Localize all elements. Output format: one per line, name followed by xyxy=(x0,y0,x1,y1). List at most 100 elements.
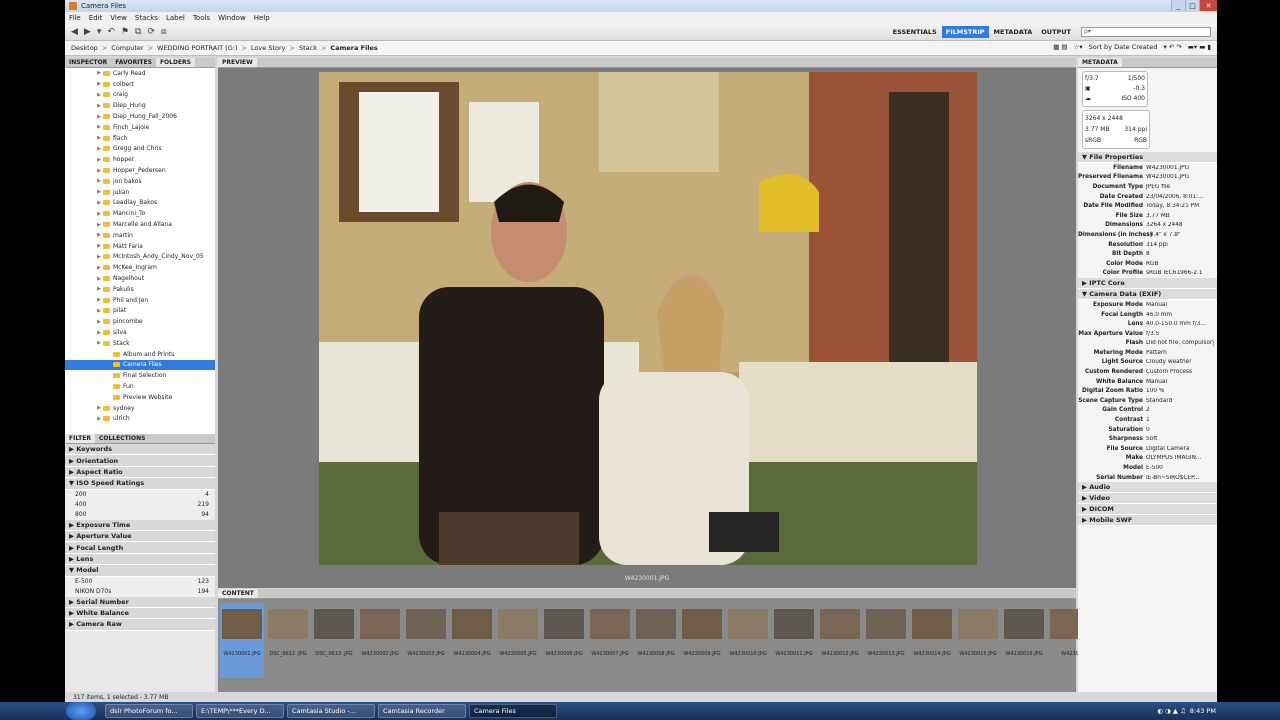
expand-arrow-icon[interactable]: ▶ xyxy=(95,243,103,249)
filter-section[interactable]: ▶ Keywords xyxy=(65,444,215,456)
metadata-section[interactable]: ▶ Audio xyxy=(1078,482,1217,494)
breadcrumb-item[interactable]: Computer xyxy=(111,44,143,52)
search-input[interactable]: ρ▾ xyxy=(1081,27,1211,37)
tab-inspector[interactable]: INSPECTOR xyxy=(65,58,111,67)
expand-arrow-icon[interactable]: ▶ xyxy=(95,81,103,87)
workspace-filmstrip[interactable]: FILMSTRIP xyxy=(941,26,989,38)
thumbnail[interactable]: W4230012.JPG xyxy=(818,603,862,678)
thumbnail[interactable]: W4230003.JPG xyxy=(404,603,448,678)
filter-section[interactable]: ▶ Orientation xyxy=(65,455,215,467)
filter-value[interactable]: 400 219 xyxy=(65,499,215,510)
copy-icon[interactable]: ⧉ xyxy=(135,27,141,37)
folder-item[interactable]: ▶ colbert xyxy=(65,79,215,90)
thumbnail[interactable]: DSC_0613 .JPG xyxy=(312,603,356,678)
workspace-metadata[interactable]: METADATA xyxy=(990,26,1037,38)
metadata-section[interactable]: ▶ IPTC Core xyxy=(1078,278,1217,290)
forward-icon[interactable]: ▶ xyxy=(84,27,91,37)
folder-item[interactable]: ▶ silva xyxy=(65,327,215,338)
filter-value[interactable]: 200 4 xyxy=(65,489,215,500)
expand-arrow-icon[interactable]: ▶ xyxy=(95,168,103,174)
folder-item[interactable]: ▶ Carly Read xyxy=(65,68,215,79)
thumbnail[interactable]: DSC_0612 .JPG xyxy=(266,603,310,678)
camera-icon[interactable]: ⚑ xyxy=(121,27,129,37)
expand-arrow-icon[interactable]: ▶ xyxy=(95,211,103,217)
folder-item[interactable]: Camera Files xyxy=(65,359,215,371)
taskbar-item[interactable]: Camtasia Studio -... xyxy=(287,704,375,718)
folder-item[interactable]: ▶ Pakulis xyxy=(65,284,215,295)
filter-section[interactable]: ▶ Focal Length xyxy=(65,542,215,554)
tab-content[interactable]: CONTENT xyxy=(218,589,258,598)
chevron-down-icon[interactable]: ▾ xyxy=(97,27,102,37)
folder-item[interactable]: ▶ Stack xyxy=(65,338,215,349)
thumbnail[interactable]: W4230016.JPG xyxy=(1002,603,1046,678)
tab-folders[interactable]: FOLDERS xyxy=(155,58,195,67)
metadata-section[interactable]: ▶ DICOM xyxy=(1078,504,1217,516)
expand-arrow-icon[interactable]: ▶ xyxy=(95,265,103,271)
metadata-section[interactable]: ▼ File Properties xyxy=(1078,152,1217,163)
metadata-section[interactable]: ▼ Camera Data (EXIF) xyxy=(1078,289,1217,301)
new-folder-icon[interactable]: ▬▾ ▬ ▮ xyxy=(1188,43,1211,51)
folder-item[interactable]: ▶ McKee_Ingram xyxy=(65,262,215,273)
folder-item[interactable]: ▶ jon bakos xyxy=(65,176,215,187)
expand-arrow-icon[interactable]: ▶ xyxy=(95,103,103,109)
expand-arrow-icon[interactable]: ▶ xyxy=(95,340,103,346)
folder-item[interactable]: ▶ Phil and Jen xyxy=(65,295,215,306)
folder-item[interactable]: ▶ martin xyxy=(65,230,215,241)
folder-item[interactable]: ▶ Mancini_To xyxy=(65,208,215,219)
expand-arrow-icon[interactable]: ▶ xyxy=(95,276,103,282)
menu-item-stacks[interactable]: Stacks xyxy=(135,14,158,22)
expand-arrow-icon[interactable]: ▶ xyxy=(95,297,103,303)
star-icon[interactable]: ☆▾ xyxy=(1074,43,1083,51)
filter-section[interactable]: ▶ Aspect Ratio xyxy=(65,466,215,479)
menu-item-edit[interactable]: Edit xyxy=(89,14,103,22)
filter-section[interactable]: ▶ White Balance xyxy=(65,607,215,620)
expand-arrow-icon[interactable]: ▶ xyxy=(95,330,103,336)
thumbnail[interactable]: W4230010.JPG xyxy=(726,603,770,678)
filter-section[interactable]: ▶ Camera Raw xyxy=(65,619,215,631)
folder-item[interactable]: ▶ pincombe xyxy=(65,316,215,327)
expand-arrow-icon[interactable]: ▶ xyxy=(95,405,103,411)
thumbnail[interactable]: W4230007.JPG xyxy=(588,603,632,678)
folder-item[interactable]: ▶ Nagelhout xyxy=(65,273,215,284)
expand-arrow-icon[interactable]: ▶ xyxy=(95,286,103,292)
thumbnail[interactable]: W4230002.JPG xyxy=(358,603,402,678)
expand-arrow-icon[interactable]: ▶ xyxy=(95,308,103,314)
tab-filter[interactable]: FILTER xyxy=(65,434,95,443)
folder-item[interactable]: ▶ sydney xyxy=(65,403,215,414)
minimize-button[interactable]: _ xyxy=(1171,0,1185,11)
metadata-section[interactable]: ▶ Mobile SWF xyxy=(1078,515,1217,527)
thumbnail[interactable]: W4230013.JPG xyxy=(864,603,908,678)
filter-section[interactable]: ▶ Lens xyxy=(65,553,215,566)
folder-item[interactable]: ▶ pilat xyxy=(65,306,215,317)
expand-arrow-icon[interactable]: ▶ xyxy=(95,135,103,141)
expand-arrow-icon[interactable]: ▶ xyxy=(95,178,103,184)
folder-item[interactable]: ▶ Hopper_Pedersen xyxy=(65,165,215,176)
breadcrumb-item[interactable]: Desktop xyxy=(71,44,98,52)
filter-value[interactable]: NIKON D70s 194 xyxy=(65,586,215,597)
filter-section[interactable]: ▶ Exposure Time xyxy=(65,519,215,531)
taskbar-item[interactable]: E:\TEMP\***Every D... xyxy=(196,704,284,718)
tab-metadata[interactable]: METADATA xyxy=(1078,58,1122,67)
expand-arrow-icon[interactable]: ▶ xyxy=(95,92,103,98)
folder-item[interactable]: ▶ Diep_Hung xyxy=(65,100,215,111)
filter-section[interactable]: ▼ Model xyxy=(65,565,215,577)
menu-item-help[interactable]: Help xyxy=(254,14,270,22)
breadcrumb-item[interactable]: WEDDING PORTRAIT (G:) xyxy=(157,44,237,52)
expand-arrow-icon[interactable]: ▶ xyxy=(95,124,103,130)
expand-arrow-icon[interactable]: ▶ xyxy=(95,70,103,76)
tab-collections[interactable]: COLLECTIONS xyxy=(95,434,149,443)
breadcrumb-item[interactable]: Love Story xyxy=(251,44,286,52)
taskbar-item[interactable]: Camtasia Recorder xyxy=(378,704,466,718)
folder-item[interactable]: Preview Website xyxy=(65,392,215,403)
expand-arrow-icon[interactable]: ▶ xyxy=(95,232,103,238)
filter-section[interactable]: ▶ Aperture Value xyxy=(65,530,215,543)
folder-item[interactable]: ▶ Matt Faria xyxy=(65,241,215,252)
rotate-icon[interactable]: ⟳ xyxy=(147,27,155,37)
tab-favorites[interactable]: FAVORITES xyxy=(111,58,156,67)
tray-icon[interactable]: ◐ ◑ ▲ ♫ xyxy=(1157,707,1185,715)
folder-item[interactable]: Final Selection xyxy=(65,370,215,381)
folder-item[interactable]: ▶ Diep_Hung_Fall_2006 xyxy=(65,111,215,122)
filter-value[interactable]: E-500 123 xyxy=(65,576,215,587)
folder-item[interactable]: Album and Prints xyxy=(65,349,215,360)
open-icon[interactable]: ⧈ xyxy=(161,27,167,37)
